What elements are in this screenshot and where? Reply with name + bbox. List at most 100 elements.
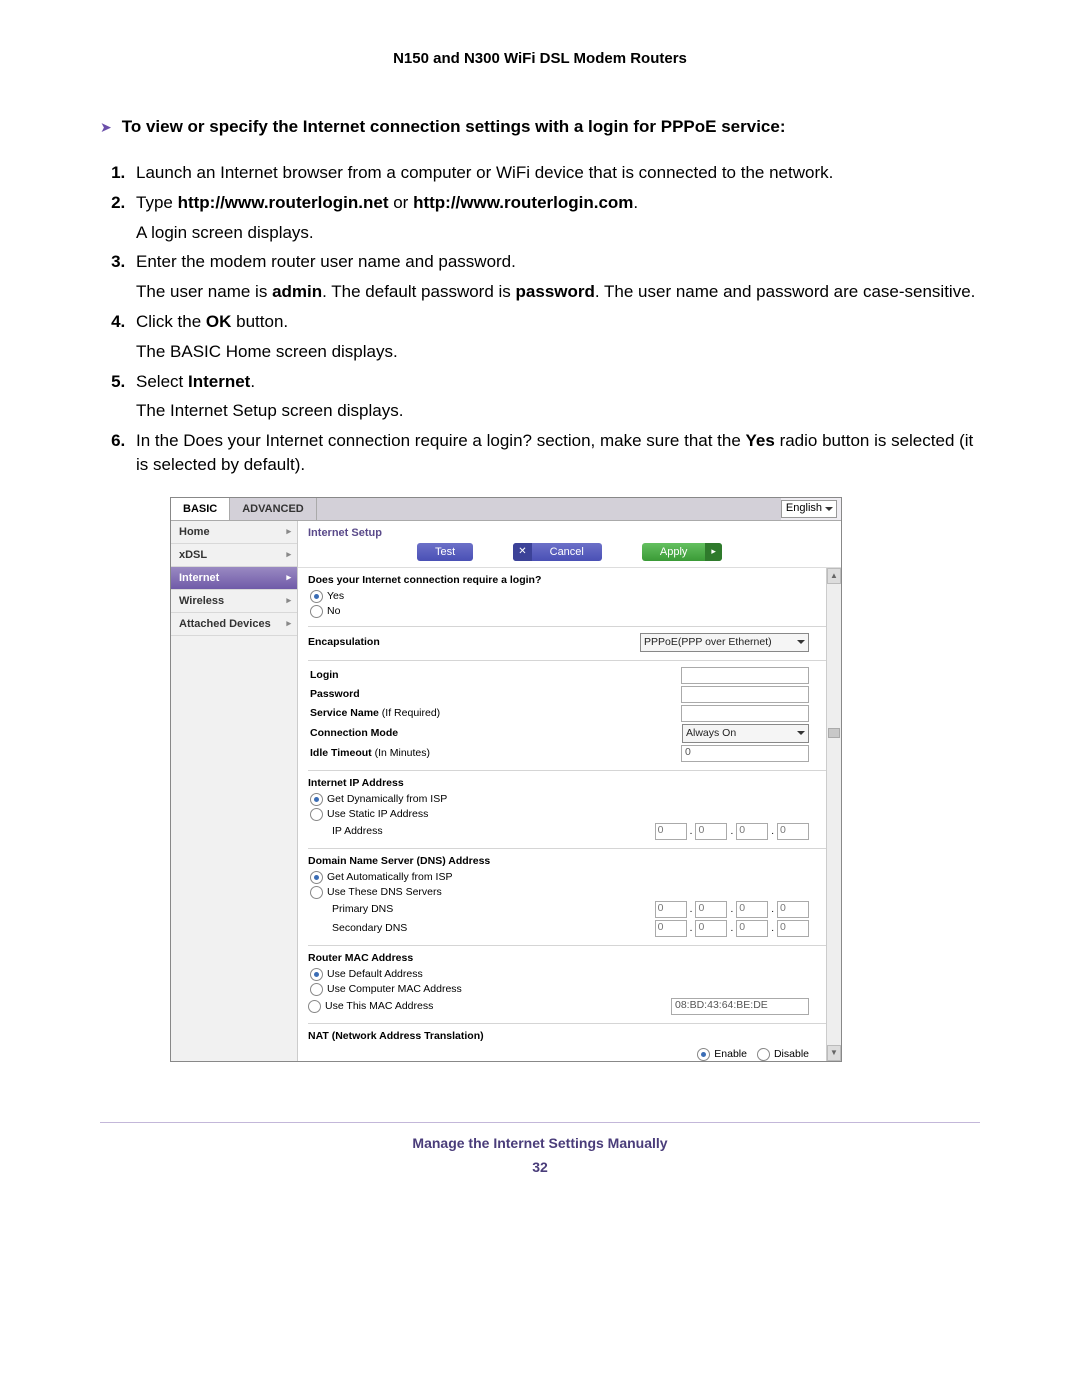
radio-icon [310,886,323,899]
connection-mode-label: Connection Mode [308,727,398,739]
chevron-right-icon: ▸ [286,618,291,629]
radio-icon [697,1048,710,1061]
page-title: Internet Setup [298,521,841,541]
apply-button[interactable]: Apply▸ [642,543,722,561]
scroll-thumb[interactable] [828,728,840,738]
radio-ip-dynamic[interactable]: Get Dynamically from ISP [310,793,809,806]
section-dns: Domain Name Server (DNS) Address Get Aut… [308,849,827,946]
chevron-right-icon: ▸ [286,595,291,606]
step-text: Launch an Internet browser from a comput… [136,163,833,182]
secondary-dns-label: Secondary DNS [308,922,407,934]
tab-basic[interactable]: BASIC [171,498,230,520]
primary-dns-label: Primary DNS [308,903,393,915]
radio-dns-manual[interactable]: Use These DNS Servers [310,886,809,899]
step-list: Launch an Internet browser from a comput… [130,161,980,477]
language-select[interactable]: English [781,500,837,518]
password-input[interactable] [681,686,809,703]
dns-heading: Domain Name Server (DNS) Address [308,855,809,867]
mac-input[interactable]: 08:BD:43:64:BE:DE [671,998,809,1015]
radio-mac-computer[interactable]: Use Computer MAC Address [310,983,809,996]
step-2: Type http://www.routerlogin.net or http:… [130,191,980,245]
chevron-right-icon: ▸ [286,526,291,537]
service-name-label: Service Name (If Required) [308,707,440,719]
section-login-required: Does your Internet connection require a … [308,568,827,627]
encapsulation-select[interactable]: PPPoE(PPP over Ethernet) [640,633,809,652]
radio-icon [757,1048,770,1061]
sidebar-item-internet[interactable]: Internet▸ [171,567,297,590]
radio-icon [310,793,323,806]
document-header: N150 and N300 WiFi DSL Modem Routers [100,50,980,67]
radio-icon [310,605,323,618]
radio-icon [310,983,323,996]
test-button[interactable]: Test [417,543,473,561]
question-label: Does your Internet connection require a … [308,574,809,586]
section-internet-ip: Internet IP Address Get Dynamically from… [308,771,827,849]
radio-yes[interactable]: Yes [310,590,809,603]
cancel-button[interactable]: ✕Cancel [513,543,602,561]
primary-dns-input[interactable]: 0.0.0.0 [655,901,809,918]
section-mac: Router MAC Address Use Default Address U… [308,946,827,1024]
login-input[interactable] [681,667,809,684]
arrow-icon: ➤ [100,119,112,136]
ip-address-input[interactable]: 0.0.0.0 [655,823,809,840]
close-icon: ✕ [513,543,531,561]
scroll-down-icon[interactable]: ▼ [827,1045,841,1061]
procedure-heading: ➤ To view or specify the Internet connec… [100,117,980,137]
radio-mac-this[interactable]: Use This MAC Address [308,1000,433,1013]
sidebar-item-home[interactable]: Home▸ [171,521,297,544]
radio-no[interactable]: No [310,605,809,618]
step-4: Click the OK button. The BASIC Home scre… [130,310,980,364]
step-1: Launch an Internet browser from a comput… [130,161,980,185]
sidebar: Home▸ xDSL▸ Internet▸ Wireless▸ Attached… [171,521,298,1061]
step-3: Enter the modem router user name and pas… [130,250,980,304]
step-sub: The user name is admin. The default pass… [136,280,980,304]
radio-nat-disable[interactable]: Disable [757,1048,809,1061]
connection-mode-select[interactable]: Always On [682,724,809,743]
page-number: 32 [100,1159,980,1175]
ip-heading: Internet IP Address [308,777,809,789]
nat-heading: NAT (Network Address Translation) [308,1030,809,1042]
section-encapsulation: Encapsulation PPPoE(PPP over Ethernet) [308,627,827,661]
chevron-right-icon: ▸ [286,572,291,583]
section-credentials: Login Password Service Name (If Required… [308,661,827,771]
sidebar-item-attached-devices[interactable]: Attached Devices▸ [171,613,297,636]
section-nat: NAT (Network Address Translation) Enable… [308,1024,827,1061]
top-tabs: BASIC ADVANCED English [171,498,841,521]
idle-timeout-input[interactable]: 0 [681,745,809,762]
radio-nat-enable[interactable]: Enable [697,1048,747,1061]
chevron-right-icon: ▸ [705,543,722,561]
scroll-up-icon[interactable]: ▲ [827,568,841,584]
radio-ip-static[interactable]: Use Static IP Address [310,808,809,821]
scrollbar[interactable]: ▲ ▼ [826,568,841,1061]
sidebar-item-wireless[interactable]: Wireless▸ [171,590,297,613]
step-5: Select Internet. The Internet Setup scre… [130,370,980,424]
radio-icon [308,1000,321,1013]
radio-dns-auto[interactable]: Get Automatically from ISP [310,871,809,884]
ip-address-label: IP Address [308,825,383,837]
radio-icon [310,871,323,884]
idle-timeout-label: Idle Timeout (In Minutes) [308,747,430,759]
password-label: Password [308,688,360,700]
encapsulation-label: Encapsulation [308,636,380,648]
radio-icon [310,590,323,603]
step-6: In the Does your Internet connection req… [130,429,980,477]
radio-icon [310,968,323,981]
action-buttons: Test ✕Cancel Apply▸ [298,541,841,567]
radio-icon [310,808,323,821]
step-sub: A login screen displays. [136,221,980,245]
radio-mac-default[interactable]: Use Default Address [310,968,809,981]
secondary-dns-input[interactable]: 0.0.0.0 [655,920,809,937]
mac-heading: Router MAC Address [308,952,809,964]
login-label: Login [308,669,339,681]
sidebar-item-xdsl[interactable]: xDSL▸ [171,544,297,567]
step-sub: The BASIC Home screen displays. [136,340,980,364]
heading-text: To view or specify the Internet connecti… [122,117,786,137]
page-footer: Manage the Internet Settings Manually 32 [100,1122,980,1175]
router-ui-screenshot: BASIC ADVANCED English Home▸ xDSL▸ Inter… [170,497,842,1062]
main-panel: Internet Setup Test ✕Cancel Apply▸ ▲ ▼ D… [298,521,841,1061]
service-name-input[interactable] [681,705,809,722]
chevron-right-icon: ▸ [286,549,291,560]
form-area: ▲ ▼ Does your Internet connection requir… [298,567,841,1061]
tab-advanced[interactable]: ADVANCED [230,498,317,520]
footer-title: Manage the Internet Settings Manually [100,1135,980,1151]
